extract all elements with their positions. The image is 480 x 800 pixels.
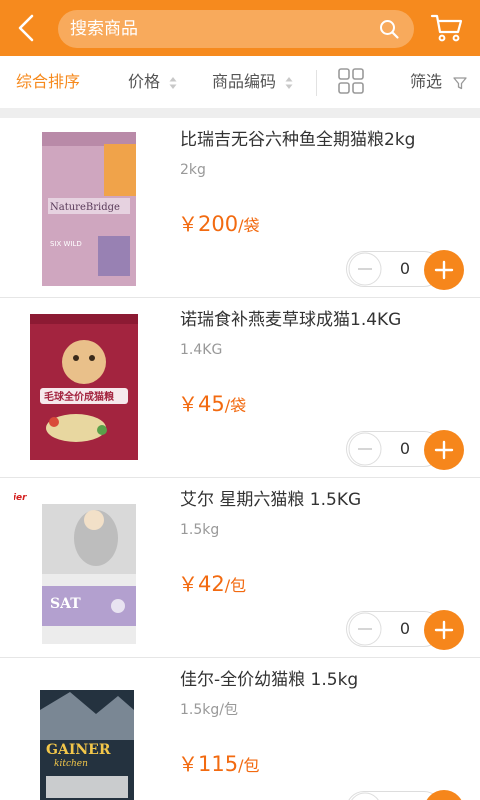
decrease-button[interactable] — [347, 612, 383, 646]
product-price: ￥115/包 — [178, 748, 260, 777]
price-unit: /包 — [238, 756, 260, 775]
quantity-value[interactable]: 0 — [392, 619, 418, 639]
product-price: ￥45/袋 — [178, 388, 246, 417]
sort-arrows-icon — [169, 76, 177, 89]
decrease-button[interactable] — [347, 792, 383, 800]
price-unit: /袋 — [238, 216, 260, 235]
product-image: NatureBridge SIX WILD — [14, 130, 164, 286]
product-name[interactable]: 比瑞吉无谷六种鱼全期猫粮2kg — [180, 128, 470, 152]
chevron-left-icon — [18, 14, 34, 42]
cart-icon — [430, 14, 463, 42]
food-bag-image: NatureBridge SIX WILD — [42, 132, 136, 286]
bag-brand-text: NatureBridge — [50, 202, 120, 213]
food-bag-image: GAINER kitchen — [40, 690, 134, 800]
product-image: 毛球全价成猫粮 — [14, 310, 164, 466]
bag-title-text: 毛球全价成猫粮 — [44, 390, 114, 403]
minus-icon — [348, 252, 382, 286]
top-bar: 搜索商品 — [0, 0, 480, 56]
plus-icon — [424, 790, 464, 800]
increase-button[interactable] — [424, 790, 464, 800]
quantity-value[interactable]: 0 — [392, 439, 418, 459]
bag-brand-text: GAINER — [46, 742, 111, 758]
cart-button[interactable] — [430, 12, 464, 44]
currency-symbol: ￥ — [178, 572, 198, 596]
bag-series-text: SIX WILD — [50, 240, 82, 248]
quantity-stepper: 0 — [346, 790, 464, 800]
food-bag-image: 毛球全价成猫粮 — [30, 314, 138, 460]
search-icon[interactable] — [378, 18, 400, 40]
product-spec: 1.5kg — [180, 522, 220, 538]
app-screen: 搜索商品 综合排序 价格 商品编码 筛选 NatureBridge SIX WI… — [0, 0, 480, 800]
product-name[interactable]: 佳尔-全价幼猫粮 1.5kg — [180, 668, 470, 692]
currency-symbol: ￥ — [178, 752, 198, 776]
price-unit: /包 — [224, 576, 247, 595]
price-unit: /袋 — [224, 396, 247, 415]
increase-button[interactable] — [424, 430, 464, 470]
section-gap — [0, 108, 480, 118]
product-item[interactable]: Aier SAT 艾尔 星期六猫粮 1.5KG 1.5kg ￥42/包 — [0, 478, 480, 658]
search-placeholder: 搜索商品 — [70, 19, 138, 39]
sort-price-label: 价格 — [128, 72, 161, 91]
food-bag-image: Aier SAT — [5, 493, 136, 644]
product-item[interactable]: 毛球全价成猫粮 诺瑞食补燕麦草球成猫1.4KG 1.4KG ￥45/袋 0 — [0, 298, 480, 478]
product-price: ￥42/包 — [178, 568, 246, 597]
sort-arrows-icon — [285, 76, 293, 89]
bag-sub-text: kitchen — [54, 759, 88, 769]
minus-icon — [348, 432, 382, 466]
product-image: Aier SAT — [5, 490, 164, 646]
quantity-value[interactable]: 0 — [392, 259, 418, 279]
quantity-stepper: 0 — [346, 250, 464, 290]
filter-label: 筛选 — [410, 72, 443, 91]
product-spec: 1.5kg/包 — [180, 702, 238, 718]
price-value: 115 — [198, 752, 239, 776]
product-spec: 2kg — [180, 162, 206, 178]
plus-icon — [434, 620, 454, 640]
plus-icon — [434, 440, 454, 460]
product-name[interactable]: 诺瑞食补燕麦草球成猫1.4KG — [180, 308, 470, 332]
minus-icon — [351, 792, 379, 800]
currency-symbol: ￥ — [178, 392, 198, 416]
brand-logo-text: Aier — [14, 493, 27, 503]
minus-icon — [348, 612, 382, 646]
product-price: ￥200/袋 — [178, 208, 260, 237]
product-name[interactable]: 艾尔 星期六猫粮 1.5KG — [180, 488, 470, 512]
funnel-icon — [453, 76, 467, 89]
grid-view-icon[interactable] — [338, 68, 364, 94]
product-item[interactable]: GAINER kitchen 佳尔-全价幼猫粮 1.5kg 1.5kg/包 ￥1… — [0, 658, 480, 800]
product-spec: 1.4KG — [180, 342, 223, 358]
filter-divider — [316, 70, 317, 96]
product-image: GAINER kitchen — [14, 670, 164, 800]
plus-icon — [434, 260, 454, 280]
price-value: 45 — [198, 392, 225, 416]
increase-button[interactable] — [424, 250, 464, 290]
filter-bar: 综合排序 价格 商品编码 筛选 — [0, 56, 480, 108]
quantity-stepper: 0 — [346, 610, 464, 650]
quantity-stepper: 0 — [346, 430, 464, 470]
filter-button[interactable]: 筛选 — [410, 70, 467, 94]
sort-comprehensive-label: 综合排序 — [16, 72, 81, 91]
sort-product-code-label: 商品编码 — [212, 72, 277, 91]
decrease-button[interactable] — [347, 432, 383, 466]
price-value: 42 — [198, 572, 225, 596]
product-list: NatureBridge SIX WILD 比瑞吉无谷六种鱼全期猫粮2kg 2k… — [0, 118, 480, 800]
currency-symbol: ￥ — [178, 212, 198, 236]
back-button[interactable] — [10, 10, 46, 46]
sort-comprehensive-tab[interactable]: 综合排序 — [16, 70, 80, 94]
price-value: 200 — [198, 212, 239, 236]
sort-price-tab[interactable]: 价格 — [128, 70, 177, 94]
increase-button[interactable] — [424, 610, 464, 650]
search-input[interactable]: 搜索商品 — [58, 10, 414, 48]
decrease-button[interactable] — [347, 252, 383, 286]
bag-label-text: SAT — [50, 596, 81, 612]
sort-product-code-tab[interactable]: 商品编码 — [212, 70, 293, 94]
product-item[interactable]: NatureBridge SIX WILD 比瑞吉无谷六种鱼全期猫粮2kg 2k… — [0, 118, 480, 298]
